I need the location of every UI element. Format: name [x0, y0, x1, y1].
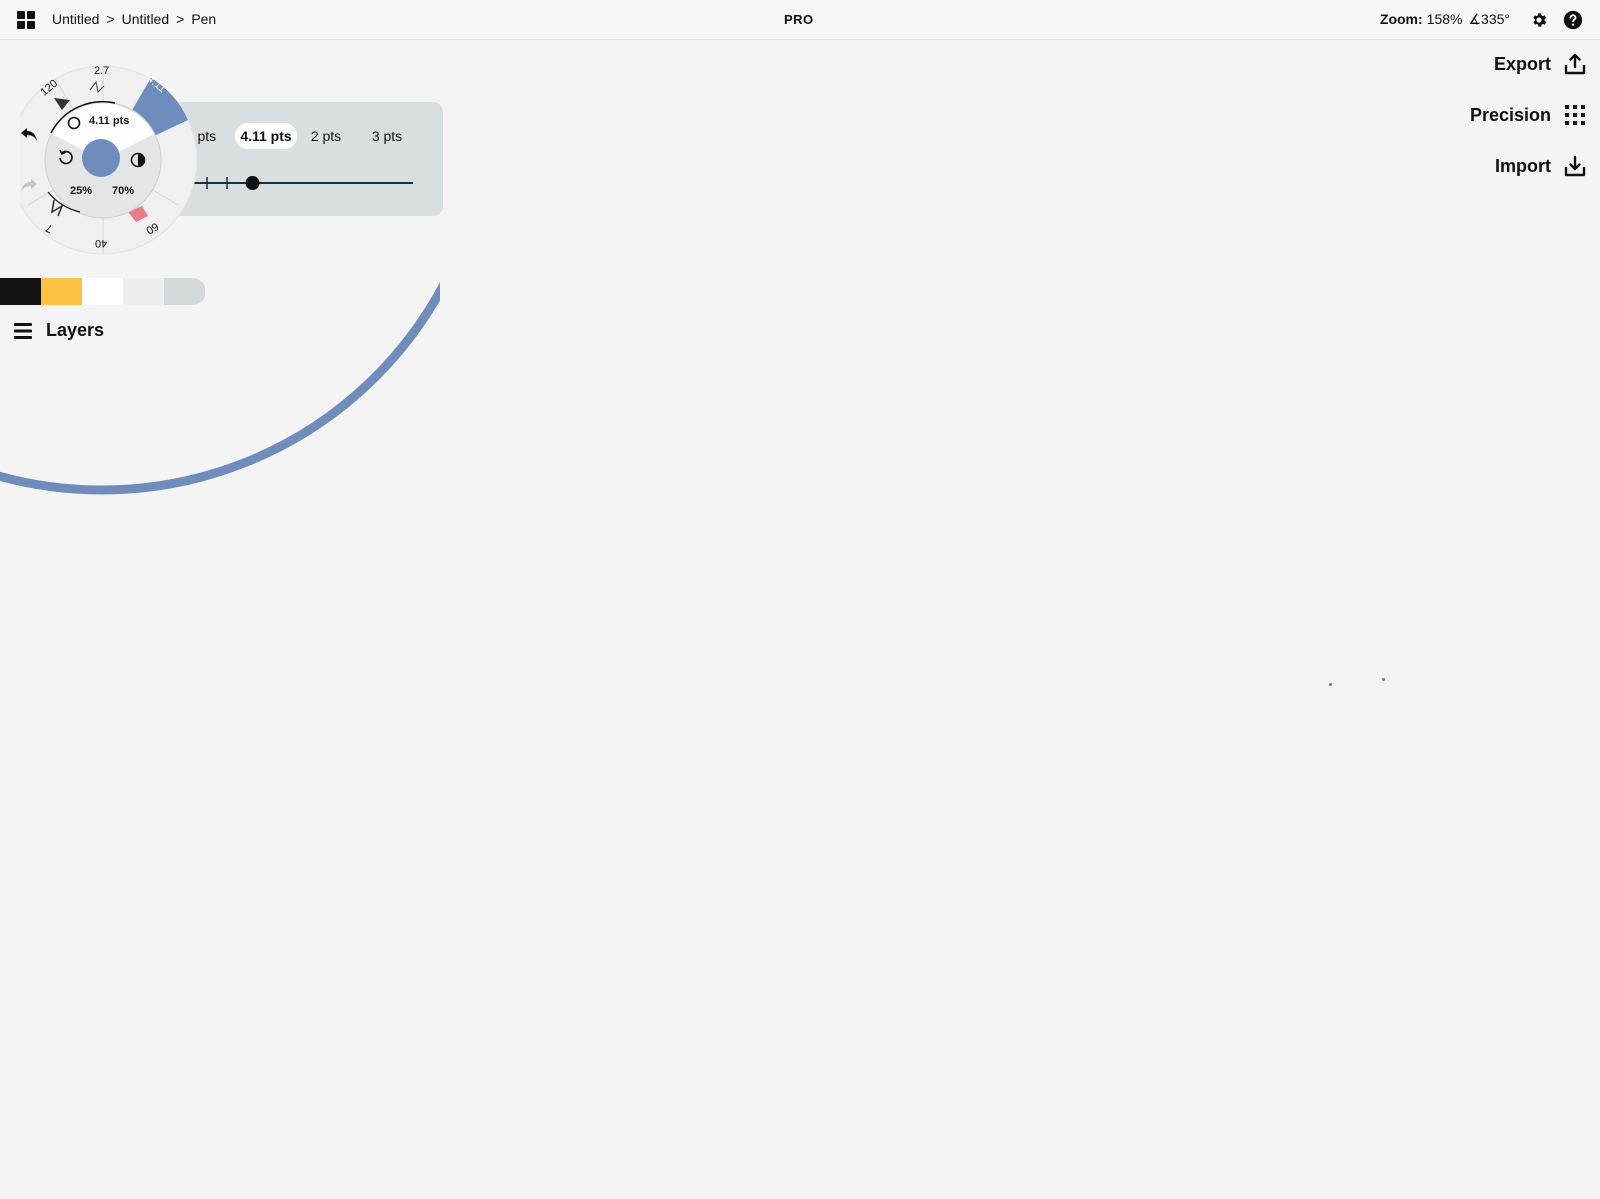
layers-icon — [14, 322, 32, 339]
size-option-selected[interactable]: 4.11 pts — [235, 123, 297, 149]
import-button[interactable]: Import — [1495, 154, 1587, 178]
gear-icon[interactable] — [1530, 11, 1548, 29]
top-bar: Untitled > Untitled > Pen PRO Zoom: 158% ∡335° — [0, 0, 1600, 40]
color-swatch-1[interactable] — [41, 278, 82, 305]
zoom-label: Zoom: — [1379, 11, 1423, 27]
zoom-readout[interactable]: Zoom: 158% ∡335° — [1380, 11, 1510, 28]
size-option-2[interactable]: 2 pts — [307, 123, 345, 149]
precision-label: Precision — [1469, 104, 1551, 125]
precision-grid-icon — [1565, 105, 1585, 125]
rotation-angle: ∡335° — [1468, 11, 1510, 27]
import-label: Import — [1495, 155, 1551, 176]
breadcrumb-item-layer[interactable]: Untitled — [122, 11, 169, 27]
smoothing-readout[interactable]: 70% — [112, 185, 134, 197]
pro-label[interactable]: PRO — [784, 12, 814, 27]
precision-button[interactable]: Precision — [1470, 103, 1587, 127]
zoom-value: 158% — [1426, 11, 1463, 27]
opacity-readout[interactable]: 25% — [70, 185, 92, 197]
color-palette — [0, 278, 206, 305]
layers-button[interactable]: Layers — [13, 320, 104, 341]
export-icon — [1564, 53, 1586, 75]
breadcrumb: Untitled > Untitled > Pen — [52, 11, 216, 27]
help-icon[interactable] — [1563, 10, 1583, 30]
breadcrumb-item-drawing[interactable]: Untitled — [52, 11, 99, 27]
gallery-grid-icon[interactable] — [17, 11, 35, 29]
color-swatch-2[interactable] — [82, 278, 123, 305]
redo-icon[interactable] — [19, 176, 39, 194]
breadcrumb-separator: > — [176, 11, 185, 27]
size-slider-knob[interactable] — [245, 176, 260, 190]
preset-pencil-size[interactable]: 2.7 — [94, 65, 109, 77]
breadcrumb-separator: > — [106, 11, 115, 27]
import-icon — [1564, 155, 1586, 177]
canvas-speck — [1329, 683, 1332, 686]
layers-label: Layers — [46, 320, 105, 340]
color-swatch-3[interactable] — [123, 278, 164, 305]
export-button[interactable]: Export — [1494, 52, 1587, 76]
canvas-speck — [1382, 678, 1385, 681]
color-swatch-4[interactable] — [164, 278, 205, 305]
undo-icon[interactable] — [19, 125, 39, 143]
export-label: Export — [1493, 53, 1551, 74]
color-swatch-0[interactable] — [0, 278, 41, 305]
preset-highlighter-size[interactable]: 40 — [95, 237, 107, 249]
size-option-3[interactable]: 3 pts — [368, 123, 406, 149]
breadcrumb-item-tool[interactable]: Pen — [191, 11, 216, 27]
brush-size-readout[interactable]: 4.11 pts — [89, 115, 129, 127]
current-color-dot[interactable] — [82, 139, 120, 177]
